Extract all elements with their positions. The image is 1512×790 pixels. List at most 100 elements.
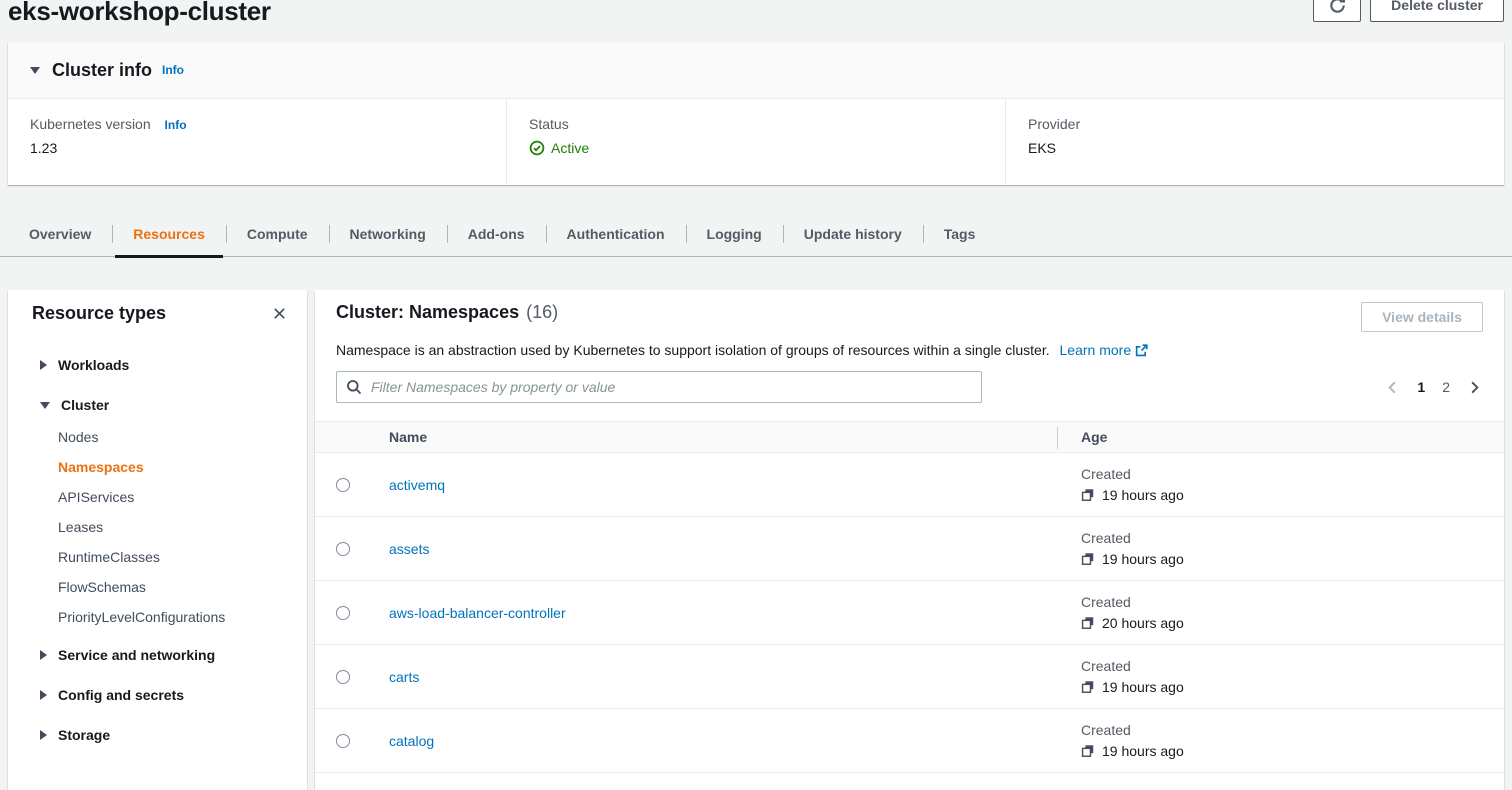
sidebar-item-prioritylevelconfigurations[interactable]: PriorityLevelConfigurations [8,602,307,632]
row-radio-button[interactable] [336,734,350,748]
search-icon [346,379,362,398]
sidebar-group-config-and-secrets[interactable]: Config and secrets [8,678,307,712]
created-label: Created [1081,530,1504,546]
age-value: 19 hours ago [1102,487,1184,503]
row-radio-button[interactable] [336,478,350,492]
provider-label: Provider [1028,116,1504,132]
created-label: Created [1081,466,1504,482]
close-panel-button[interactable] [270,304,289,323]
view-details-button[interactable]: View details [1361,302,1483,332]
kubernetes-version-info-link[interactable]: Info [165,118,187,132]
namespaces-table: Name Age activemq Created 19 hours ago [315,421,1504,773]
filter-box [336,371,982,403]
page-number-2[interactable]: 2 [1442,379,1450,395]
namespaces-panel: Cluster: Namespaces (16) View details Na… [315,290,1504,790]
table-row: aws-load-balancer-controller Created 20 … [315,581,1504,645]
namespace-link[interactable]: activemq [389,477,445,493]
column-header-age[interactable]: Age [1057,429,1107,445]
cluster-tabs: Overview Resources Compute Networking Ad… [0,211,1512,257]
sidebar-item-nodes[interactable]: Nodes [8,422,307,452]
tab-networking[interactable]: Networking [329,211,447,256]
row-radio-button[interactable] [336,542,350,556]
created-label: Created [1081,722,1504,738]
sidebar-item-namespaces[interactable]: Namespaces [8,452,307,482]
table-row: activemq Created 19 hours ago [315,453,1504,517]
created-label: Created [1081,594,1504,610]
caret-right-icon [40,360,47,370]
resource-types-list: Workloads Cluster Nodes Namespaces APISe… [8,348,307,752]
namespace-link[interactable]: catalog [389,733,434,749]
close-icon [272,306,287,321]
cluster-info-title: Cluster info [52,60,152,81]
sidebar-group-label: Workloads [58,357,129,373]
row-radio-button[interactable] [336,606,350,620]
tab-overview[interactable]: Overview [8,211,112,256]
status-label: Status [529,116,1005,132]
tab-update-history[interactable]: Update history [783,211,923,256]
sidebar-group-label: Service and networking [58,647,215,663]
copy-icon[interactable] [1081,616,1095,630]
sidebar-item-apiservices[interactable]: APIServices [8,482,307,512]
learn-more-link[interactable]: Learn more [1060,342,1149,358]
provider-field: Provider EKS [1005,99,1504,184]
sidebar-item-flowschemas[interactable]: FlowSchemas [8,572,307,602]
previous-page-button [1385,380,1400,395]
collapse-caret-icon [30,67,40,74]
caret-right-icon [40,650,47,660]
tab-tags[interactable]: Tags [923,211,997,256]
cluster-info-panel: Cluster info Info Kubernetes version Inf… [8,42,1504,185]
pagination: 1 2 [1385,379,1482,395]
sidebar-group-workloads[interactable]: Workloads [8,348,307,382]
namespace-link[interactable]: aws-load-balancer-controller [389,605,566,621]
external-link-icon [1135,344,1148,357]
cluster-info-info-link[interactable]: Info [162,63,184,77]
column-header-name[interactable]: Name [389,429,1057,445]
tab-add-ons[interactable]: Add-ons [447,211,546,256]
namespace-link[interactable]: assets [389,541,429,557]
sidebar-item-leases[interactable]: Leases [8,512,307,542]
namespaces-title: Cluster: Namespaces [336,302,519,323]
caret-down-icon [40,402,50,409]
sidebar-group-label: Storage [58,727,110,743]
learn-more-label: Learn more [1060,342,1132,358]
sidebar-group-cluster[interactable]: Cluster [8,388,307,422]
sidebar-group-storage[interactable]: Storage [8,718,307,752]
sidebar-group-label: Config and secrets [58,687,184,703]
cluster-info-header[interactable]: Cluster info Info [8,42,1504,99]
sidebar-item-runtimeclasses[interactable]: RuntimeClasses [8,542,307,572]
table-row: assets Created 19 hours ago [315,517,1504,581]
table-row: catalog Created 19 hours ago [315,709,1504,773]
copy-icon[interactable] [1081,488,1095,502]
tab-resources[interactable]: Resources [112,211,226,256]
tab-logging[interactable]: Logging [686,211,783,256]
filter-namespaces-input[interactable] [336,371,982,403]
chevron-left-icon [1385,380,1400,395]
created-label: Created [1081,658,1504,674]
kubernetes-version-value: 1.23 [30,140,506,156]
tab-compute[interactable]: Compute [226,211,329,256]
cluster-children: Nodes Namespaces APIServices Leases Runt… [8,422,307,632]
sidebar-group-service-and-networking[interactable]: Service and networking [8,638,307,672]
refresh-button[interactable] [1313,0,1361,22]
status-value: Active [551,140,589,156]
caret-right-icon [40,690,47,700]
namespaces-description: Namespace is an abstraction used by Kube… [336,342,1050,358]
tab-authentication[interactable]: Authentication [546,211,686,256]
age-value: 19 hours ago [1102,551,1184,567]
column-resize-handle[interactable] [1057,427,1058,449]
page-title: eks-workshop-cluster [8,0,271,28]
next-page-button[interactable] [1467,380,1482,395]
row-radio-button[interactable] [336,670,350,684]
copy-icon[interactable] [1081,680,1095,694]
page-number-1[interactable]: 1 [1417,379,1425,395]
namespace-link[interactable]: carts [389,669,419,685]
header-actions: Delete cluster [1313,0,1504,22]
copy-icon[interactable] [1081,744,1095,758]
copy-icon[interactable] [1081,552,1095,566]
delete-cluster-button[interactable]: Delete cluster [1370,0,1504,22]
age-value: 19 hours ago [1102,679,1184,695]
namespaces-count: (16) [526,302,558,323]
age-value: 20 hours ago [1102,615,1184,631]
refresh-icon [1328,0,1347,15]
resource-types-title: Resource types [32,303,166,324]
